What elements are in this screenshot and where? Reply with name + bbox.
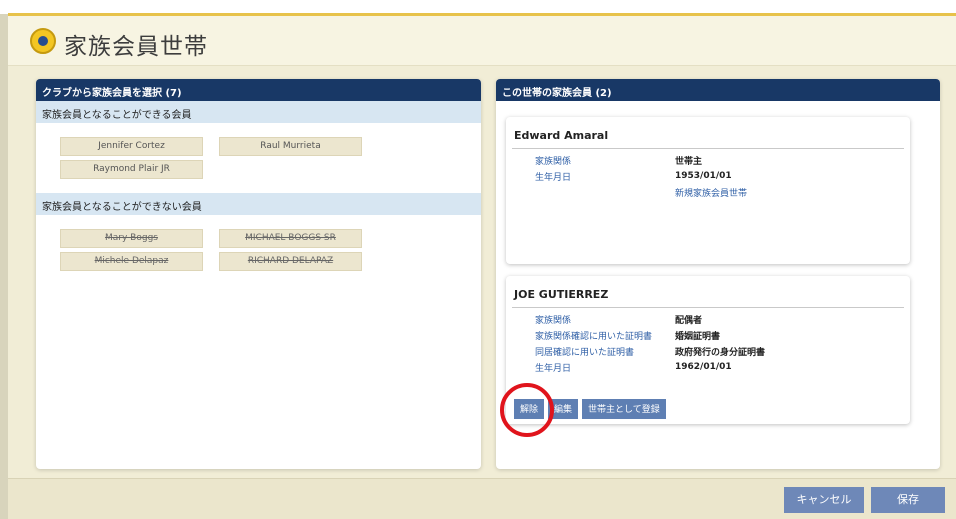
detail-value: 婚姻証明書 xyxy=(675,331,721,342)
eligible-member-list: Jennifer Cortez Raul Murrieta Raymond Pl… xyxy=(36,123,481,193)
ineligible-member-chip: MICHAEL BOGGS SR xyxy=(219,229,362,248)
eligible-section-heading: 家族会員となることができる会員 xyxy=(36,101,481,123)
detail-value: 政府発行の身分証明書 xyxy=(675,347,766,358)
eligible-member-chip[interactable]: Raul Murrieta xyxy=(219,137,362,156)
detail-row: 家族関係 世帯主 xyxy=(535,153,910,167)
detail-row: 同居確認に用いた証明書 政府発行の身分証明書 xyxy=(535,344,910,358)
set-head-of-household-button[interactable]: 世帯主として登録 xyxy=(582,399,666,419)
ineligible-member-chip: RICHARD DELAPAZ xyxy=(219,252,362,271)
left-panel-title: クラブから家族会員を選択 (7) xyxy=(36,79,481,101)
member-card: Edward Amaral 家族関係 世帯主 生年月日 1953/01/01 新… xyxy=(506,117,910,264)
detail-label: 生年月日 xyxy=(535,363,572,374)
detail-label: 生年月日 xyxy=(535,172,572,183)
top-strip xyxy=(0,0,956,16)
highlight-circle xyxy=(500,383,554,437)
footer-bar: キャンセル 保存 xyxy=(8,478,956,519)
member-name: Edward Amaral xyxy=(512,117,904,149)
page-header: 家族会員世帯 xyxy=(8,16,956,66)
detail-value: 世帯主 xyxy=(675,156,703,167)
ineligible-member-chip: Mary Boggs xyxy=(60,229,203,248)
ineligible-member-chip: Michele Delapaz xyxy=(60,252,203,271)
detail-label: 家族関係確認に用いた証明書 xyxy=(535,331,653,342)
member-name: JOE GUTIERREZ xyxy=(512,276,904,308)
left-edge xyxy=(0,14,8,519)
member-card: JOE GUTIERREZ 家族関係 配偶者 家族関係確認に用いた証明書 婚姻証… xyxy=(506,276,910,424)
cancel-button[interactable]: キャンセル xyxy=(784,487,864,513)
new-household-note: 新規家族会員世帯 xyxy=(675,188,748,199)
detail-row: 生年月日 1953/01/01 xyxy=(535,169,910,183)
detail-label: 家族関係 xyxy=(535,315,572,326)
detail-row: 家族関係確認に用いた証明書 婚姻証明書 xyxy=(535,328,910,342)
detail-label: 同居確認に用いた証明書 xyxy=(535,347,635,358)
detail-row: 新規家族会員世帯 xyxy=(535,185,910,199)
select-family-members-panel: クラブから家族会員を選択 (7) 家族会員となることができる会員 Jennife… xyxy=(36,79,481,469)
right-panel-title: この世帯の家族会員 (2) xyxy=(496,79,940,101)
detail-value: 1962/01/01 xyxy=(675,362,732,372)
page: 家族会員世帯 クラブから家族会員を選択 (7) 家族会員となることができる会員 … xyxy=(0,0,956,519)
detail-value: 配偶者 xyxy=(675,315,703,326)
household-members-panel: この世帯の家族会員 (2) Edward Amaral 家族関係 世帯主 生年月… xyxy=(496,79,940,469)
detail-row: 家族関係 配偶者 xyxy=(535,312,910,326)
detail-value: 1953/01/01 xyxy=(675,171,732,181)
ineligible-member-list: Mary Boggs MICHAEL BOGGS SR Michele Dela… xyxy=(36,215,481,285)
detail-label: 家族関係 xyxy=(535,156,572,167)
ineligible-section-heading: 家族会員となることができない会員 xyxy=(36,193,481,215)
page-title: 家族会員世帯 xyxy=(64,34,208,60)
lions-logo-icon xyxy=(30,28,56,54)
detail-row: 生年月日 1962/01/01 xyxy=(535,360,910,374)
eligible-member-chip[interactable]: Jennifer Cortez xyxy=(60,137,203,156)
eligible-member-chip[interactable]: Raymond Plair JR xyxy=(60,160,203,179)
save-button[interactable]: 保存 xyxy=(871,487,945,513)
